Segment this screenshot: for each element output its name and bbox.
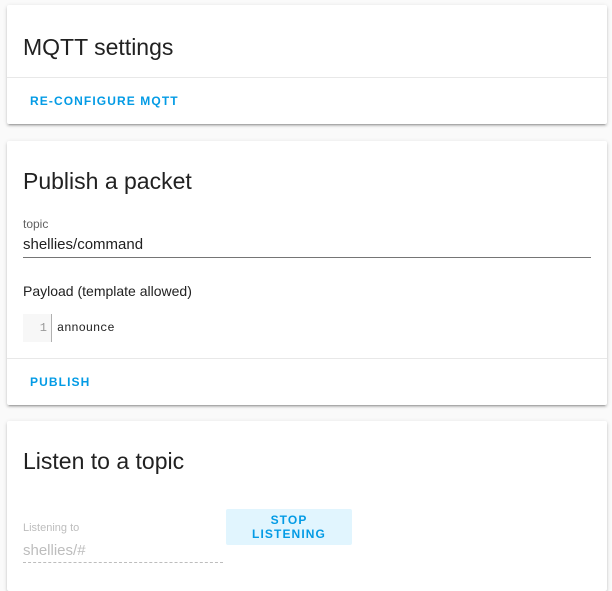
listening-topic-input	[23, 538, 223, 563]
mqtt-settings-actions: RE-CONFIGURE MQTT	[7, 77, 607, 124]
mqtt-settings-card: MQTT settings RE-CONFIGURE MQTT	[7, 5, 607, 124]
payload-code-line[interactable]: announce	[57, 314, 115, 342]
payload-editor[interactable]: 1 announce	[23, 314, 591, 342]
stop-listening-button[interactable]: STOP LISTENING	[226, 509, 352, 545]
payload-label: Payload (template allowed)	[23, 283, 192, 299]
reconfigure-mqtt-button[interactable]: RE-CONFIGURE MQTT	[22, 87, 187, 115]
topic-input[interactable]	[23, 232, 591, 258]
publish-packet-card: Publish a packet topic Payload (template…	[7, 141, 607, 405]
publish-packet-title: Publish a packet	[23, 168, 192, 194]
listen-topic-card: Listen to a topic Listening to STOP LIST…	[7, 421, 607, 591]
topic-label: topic	[23, 217, 49, 231]
listening-to-label: Listening to	[23, 522, 80, 534]
publish-actions: PUBLISH	[7, 358, 607, 405]
mqtt-settings-title: MQTT settings	[23, 34, 174, 60]
publish-button[interactable]: PUBLISH	[22, 368, 98, 396]
listen-topic-title: Listen to a topic	[23, 448, 185, 474]
line-number-gutter: 1	[23, 314, 52, 342]
